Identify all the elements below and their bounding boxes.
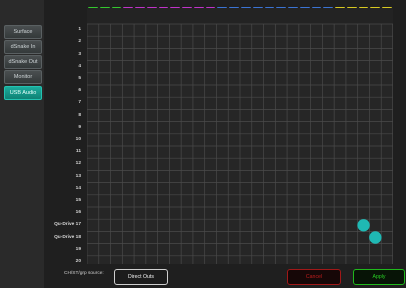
row-label: 12 — [75, 161, 81, 167]
routing-grid[interactable] — [87, 8, 393, 264]
bottom-bar: CH/ST/grp source: Direct Outs Cancel App… — [44, 266, 406, 288]
row-label: 5 — [78, 75, 81, 81]
row-label: 11 — [75, 149, 81, 155]
direct-outs-button[interactable]: Direct Outs — [114, 269, 168, 285]
row-label: 13 — [75, 173, 81, 179]
row-labels: 1 2 3 4 5 6 7 8 9 10 11 12 13 14 15 16 Qu-Drive 17 Qu-Dri… — [44, 8, 83, 264]
sidebar-item-usb-audio[interactable]: USB Audio — [4, 86, 42, 100]
row-label: 15 — [75, 197, 81, 203]
sidebar: Surface dSnake In dSnake Out Monitor USB Aud… — [0, 0, 45, 288]
sidebar-item-dsnake-out[interactable]: dSnake Out — [4, 55, 42, 69]
patch-point[interactable] — [369, 231, 382, 244]
row-label: 4 — [78, 63, 81, 69]
source-label: CH/ST/grp source: — [64, 271, 104, 276]
sidebar-item-dsnake-in[interactable]: dSnake In — [4, 40, 42, 54]
sidebar-item-monitor[interactable]: Monitor — [4, 70, 42, 84]
apply-button[interactable]: Apply — [353, 269, 405, 285]
row-label: 9 — [78, 124, 81, 130]
row-label: 7 — [78, 100, 81, 106]
routing-matrix[interactable] — [87, 8, 393, 264]
row-label: 8 — [78, 112, 81, 118]
row-label: 19 — [75, 246, 81, 252]
row-label: 2 — [78, 39, 81, 45]
row-label: 10 — [75, 136, 81, 142]
cancel-button[interactable]: Cancel — [287, 269, 341, 285]
sidebar-item-surface[interactable]: Surface — [4, 25, 42, 39]
patch-point[interactable] — [357, 219, 370, 232]
row-label: 14 — [75, 185, 81, 191]
row-label: 6 — [78, 88, 81, 94]
row-label: 16 — [75, 210, 81, 216]
row-label: 1 — [78, 27, 81, 33]
row-label: 3 — [78, 51, 81, 57]
row-label: Qu-Drive 17 — [54, 222, 81, 228]
row-label: Qu-Drive 18 — [54, 234, 81, 240]
